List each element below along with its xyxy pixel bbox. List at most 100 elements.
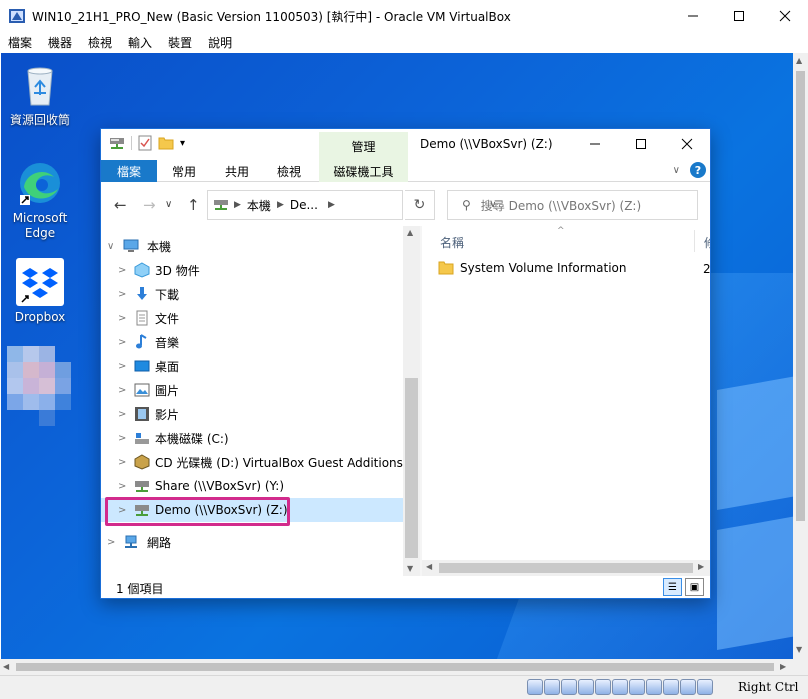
desktop-icon-label: 資源回收筒 xyxy=(9,113,70,127)
desktop-icon-dropbox[interactable]: Dropbox xyxy=(2,258,78,325)
large-icons-view-button[interactable]: ▣ xyxy=(685,578,704,596)
cpu-icon[interactable] xyxy=(663,679,679,695)
expand-ribbon-icon[interactable]: ∨ xyxy=(673,165,680,176)
menu-view[interactable]: 檢視 xyxy=(88,34,112,51)
chevron-right-icon[interactable]: > xyxy=(118,265,126,276)
nav-item-this-pc[interactable]: ∨ 本機 xyxy=(101,234,403,258)
menu-devices[interactable]: 裝置 xyxy=(168,34,192,51)
network-adapter-icon[interactable] xyxy=(578,679,594,695)
nav-item-network[interactable]: > 網路 xyxy=(101,530,403,554)
scrollbar-thumb[interactable] xyxy=(16,663,774,671)
nav-item-share-drive[interactable]: > Share (\\VBoxSvr) (Y:) xyxy=(101,474,403,498)
nav-pane-scrollbar[interactable]: ▲ ▼ xyxy=(403,226,420,576)
tab-share[interactable]: 共用 xyxy=(211,160,263,182)
scroll-down-icon[interactable]: ▼ xyxy=(796,645,802,654)
new-folder-icon[interactable] xyxy=(158,136,174,150)
quick-access-toolbar: ▾ xyxy=(109,135,185,151)
chevron-right-icon[interactable]: > xyxy=(118,337,126,348)
scroll-down-icon[interactable]: ▼ xyxy=(407,564,413,573)
vm-horizontal-scrollbar[interactable]: ◀ ▶ xyxy=(0,659,793,675)
menu-input[interactable]: 輸入 xyxy=(128,34,152,51)
chevron-right-icon[interactable]: > xyxy=(107,537,115,548)
refresh-button[interactable]: ↻ xyxy=(405,190,435,220)
chevron-right-icon[interactable]: > xyxy=(118,313,126,324)
nav-item-local-disk-c[interactable]: > 本機磁碟 (C:) xyxy=(101,426,403,450)
mouse-integration-icon[interactable] xyxy=(680,679,696,695)
search-input[interactable]: ⚲ 搜尋 Demo (\\VBoxSvr) (Z:) xyxy=(447,190,698,220)
menu-file[interactable]: 檔案 xyxy=(8,34,32,51)
3d-objects-icon xyxy=(134,262,150,278)
scroll-right-icon[interactable]: ▶ xyxy=(698,562,704,571)
tab-home[interactable]: 常用 xyxy=(157,160,211,182)
tab-file[interactable]: 檔案 xyxy=(101,160,157,182)
nav-item-downloads[interactable]: > 下載 xyxy=(101,282,403,306)
scroll-left-icon[interactable]: ◀ xyxy=(426,562,432,571)
chevron-right-icon[interactable]: > xyxy=(118,409,126,420)
menu-machine[interactable]: 機器 xyxy=(48,34,72,51)
scroll-up-icon[interactable]: ▲ xyxy=(407,228,413,237)
chevron-right-icon[interactable]: > xyxy=(118,361,126,372)
scroll-right-icon[interactable]: ▶ xyxy=(780,662,786,671)
breadcrumb-this-pc[interactable]: 本機 xyxy=(247,197,271,214)
optical-drive-icon[interactable] xyxy=(544,679,560,695)
scroll-up-icon[interactable]: ▲ xyxy=(796,56,802,65)
scrollbar-thumb[interactable] xyxy=(405,378,418,558)
nav-item-music[interactable]: > 音樂 xyxy=(101,330,403,354)
usb-icon[interactable] xyxy=(595,679,611,695)
desktop-icon-edge[interactable]: Microsoft Edge xyxy=(2,159,78,241)
chevron-right-icon[interactable]: > xyxy=(118,289,126,300)
recent-locations-icon[interactable]: ∨ xyxy=(165,199,172,210)
maximize-button[interactable] xyxy=(716,0,762,32)
up-icon[interactable]: ↑ xyxy=(187,196,200,214)
chevron-down-icon[interactable]: ∨ xyxy=(107,241,114,252)
maximize-icon xyxy=(636,139,646,149)
chevron-right-icon[interactable]: > xyxy=(118,457,126,468)
help-icon[interactable]: ? xyxy=(690,162,706,178)
window-title: WIN10_21H1_PRO_New (Basic Version 110050… xyxy=(32,9,511,24)
nav-item-3d-objects[interactable]: > 3D 物件 xyxy=(101,258,403,282)
nav-item-pictures[interactable]: > 圖片 xyxy=(101,378,403,402)
desktop-icon-recycle-bin[interactable]: 資源回收筒 xyxy=(2,61,78,128)
explorer-maximize-button[interactable] xyxy=(618,129,664,159)
chevron-right-icon[interactable]: > xyxy=(118,481,126,492)
chevron-right-icon[interactable]: > xyxy=(118,433,126,444)
column-separator[interactable] xyxy=(694,230,695,252)
qat-dropdown-icon[interactable]: ▾ xyxy=(180,138,185,149)
nav-item-desktop[interactable]: > 桌面 xyxy=(101,354,403,378)
vm-vertical-scrollbar[interactable]: ▲ ▼ xyxy=(793,53,808,659)
menu-help[interactable]: 說明 xyxy=(208,34,232,51)
nav-label: 網路 xyxy=(147,535,172,550)
scrollbar-thumb[interactable] xyxy=(439,563,693,573)
recording-icon[interactable] xyxy=(646,679,662,695)
scroll-left-icon[interactable]: ◀ xyxy=(3,662,9,671)
explorer-minimize-button[interactable] xyxy=(572,129,618,159)
list-item[interactable]: System Volume Information xyxy=(438,258,626,278)
breadcrumb-demo[interactable]: De... xyxy=(290,198,318,212)
close-button[interactable] xyxy=(762,0,808,32)
address-bar[interactable]: ▶ 本機 ▶ De... ▶ ∨ xyxy=(207,190,496,220)
details-view-button[interactable]: ☰ xyxy=(663,578,682,596)
keyboard-icon[interactable] xyxy=(697,679,713,695)
minimize-button[interactable] xyxy=(670,0,716,32)
forward-icon[interactable]: → xyxy=(143,196,156,214)
nav-item-documents[interactable]: > 文件 xyxy=(101,306,403,330)
hard-disk-icon[interactable] xyxy=(527,679,543,695)
display-icon[interactable] xyxy=(629,679,645,695)
back-icon[interactable]: ← xyxy=(114,196,127,214)
tab-view[interactable]: 檢視 xyxy=(263,160,315,182)
maximize-icon xyxy=(734,11,744,21)
manage-tab-group[interactable]: 管理 xyxy=(319,132,408,160)
explorer-close-button[interactable] xyxy=(664,129,710,159)
scrollbar-thumb[interactable] xyxy=(796,71,805,521)
column-header-name[interactable]: 名稱 xyxy=(440,234,464,251)
tab-drive-tools[interactable]: 磁碟機工具 xyxy=(319,160,408,182)
shared-folders-icon[interactable] xyxy=(612,679,628,695)
audio-icon[interactable] xyxy=(561,679,577,695)
nav-item-videos[interactable]: > 影片 xyxy=(101,402,403,426)
explorer-title: Demo (\\VBoxSvr) (Z:) xyxy=(420,137,553,151)
column-header-modified[interactable]: 修 xyxy=(704,234,710,251)
properties-icon[interactable] xyxy=(138,135,152,151)
chevron-right-icon[interactable]: > xyxy=(118,385,126,396)
nav-item-cd-drive[interactable]: > CD 光碟機 (D:) VirtualBox Guest Additions xyxy=(101,450,403,474)
file-list-scrollbar[interactable]: ◀ ▶ xyxy=(422,560,710,576)
